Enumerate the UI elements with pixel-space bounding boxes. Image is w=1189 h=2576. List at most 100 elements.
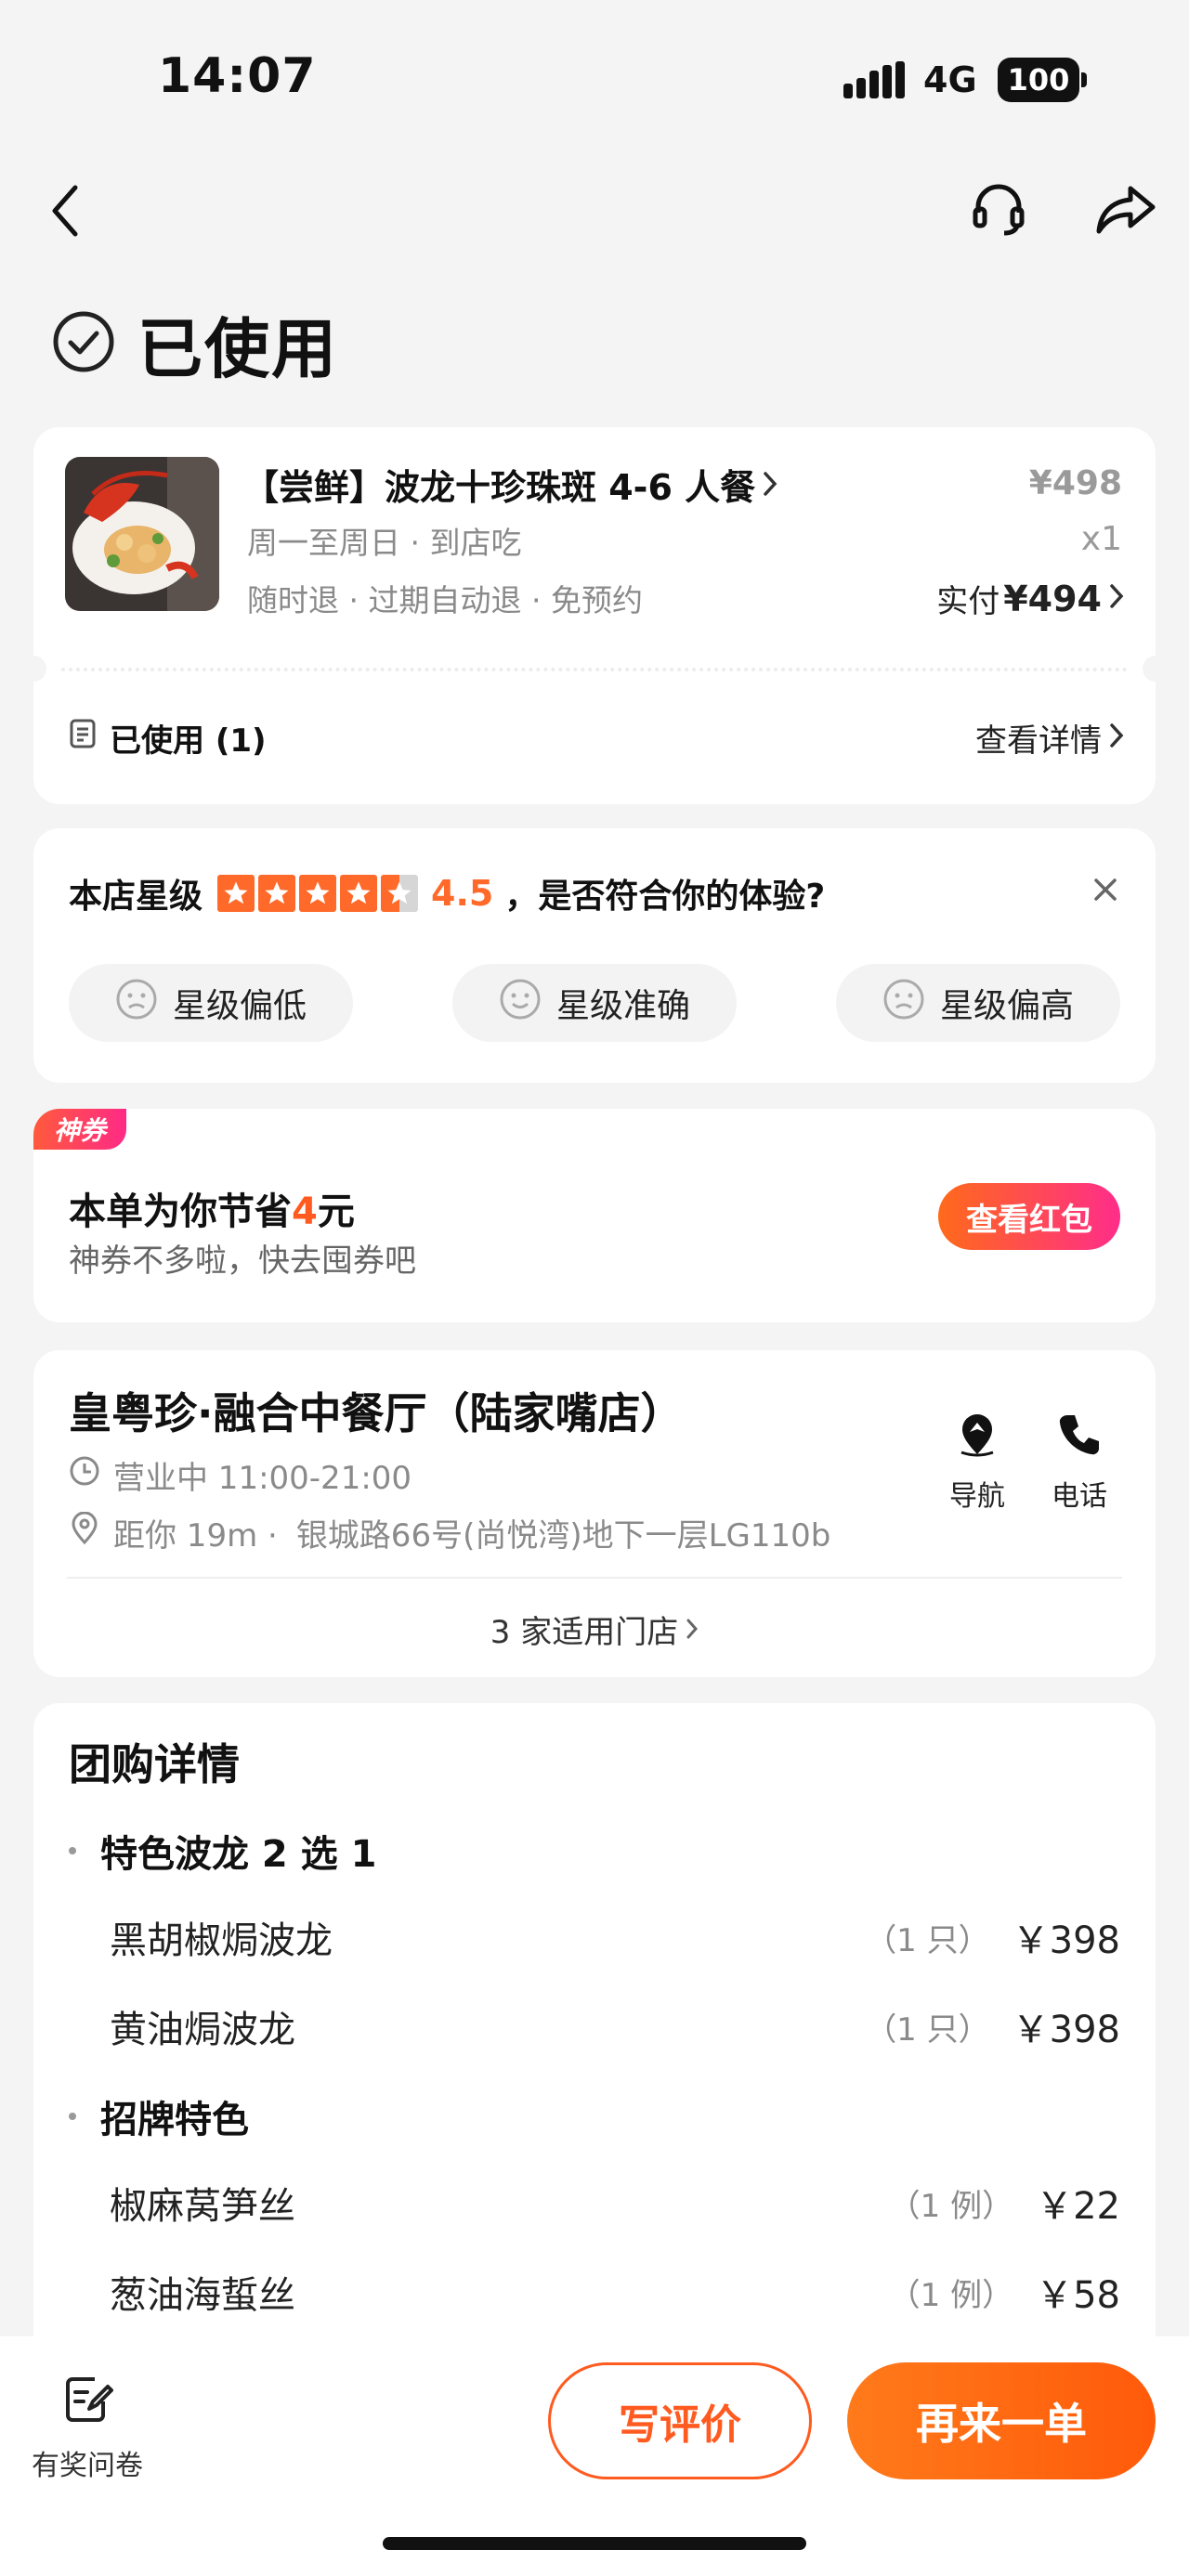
battery-icon: 100 — [998, 58, 1079, 102]
reorder-button[interactable]: 再来一单 — [847, 2362, 1156, 2479]
store-address: 银城路66号(尚悦湾)地下一层LG110b — [295, 1517, 831, 1555]
write-review-button[interactable]: 写评价 — [548, 2362, 812, 2479]
savings-line: 本单为你节省4元 — [69, 1181, 355, 1235]
star-icon — [258, 875, 296, 912]
call-label: 电话 — [1052, 1480, 1107, 1513]
call-button[interactable]: 电话 — [1042, 1412, 1117, 1514]
smile-face-icon — [499, 978, 542, 1029]
sad-face-icon — [882, 978, 925, 1029]
coupon-card: 神券 本单为你节省4元 神券不多啦，快去囤券吧 查看红包 — [33, 1109, 1156, 1322]
order-card[interactable]: 【尝鲜】波龙十珍珠斑 4-6 人餐 周一至周日 · 到店吃 随时退 · 过期自动… — [20, 427, 1169, 804]
applicable-stores-link[interactable]: 3 家适用门店 — [33, 1607, 1156, 1652]
order-title[interactable]: 【尝鲜】波龙十珍珠斑 4-6 人餐 — [243, 459, 777, 510]
used-count-label: 已使用 (1) — [110, 722, 267, 760]
store-location: 距你 19m · 银城路66号(尚悦湾)地下一层LG110b — [69, 1510, 830, 1555]
chevron-right-icon — [763, 464, 777, 505]
star-icon — [217, 875, 255, 912]
rating-accurate-label: 星级准确 — [555, 987, 690, 1025]
item-name: 黄油焗波龙 — [110, 2009, 295, 2051]
list-item: 黄油焗波龙 （1 只） ￥398 — [110, 1998, 1120, 2054]
rating-feedback-card: 本店星级 4.5 ，是否符合你的体验? 星级偏低 星级准确 星级偏高 — [33, 828, 1156, 1083]
item-name: 葱油海蜇丝 — [110, 2274, 295, 2317]
chevron-right-icon — [686, 1611, 699, 1648]
store-hours-text: 营业中 11:00-21:00 — [113, 1460, 412, 1497]
paid-amount: ¥494 — [1003, 578, 1102, 619]
navigate-button[interactable]: 导航 — [940, 1412, 1014, 1514]
page-title: 已使用 — [137, 310, 338, 387]
item-price: ￥22 — [1036, 2185, 1120, 2228]
store-distance: 距你 19m · — [113, 1517, 278, 1555]
survey-icon — [61, 2377, 113, 2433]
rating-low-button[interactable]: 星级偏低 — [69, 964, 353, 1042]
store-name[interactable]: 皇粤珍·融合中餐厅（陆家嘴店） — [69, 1380, 683, 1441]
item-price: ￥398 — [1012, 1919, 1120, 1962]
status-bar: 14:07 4G 100 — [0, 0, 1189, 139]
clock-icon — [69, 1455, 100, 1495]
used-count: 已使用 (1) — [69, 715, 267, 761]
order-quantity: x1 — [1080, 520, 1122, 558]
item-qty: （1 只） — [865, 1921, 990, 1959]
customer-service-icon[interactable] — [966, 176, 1031, 241]
chevron-right-icon — [1109, 720, 1124, 757]
savings-unit: 元 — [317, 1190, 355, 1233]
home-indicator — [383, 2537, 806, 2550]
signal-icon — [843, 61, 905, 98]
rating-line: 本店星级 4.5 ，是否符合你的体验? — [69, 869, 825, 917]
rating-prefix: 本店星级 — [69, 878, 203, 916]
check-circle-icon — [52, 310, 115, 377]
view-red-packet-button[interactable]: 查看红包 — [938, 1183, 1120, 1250]
group-heading: 特色波龙 2 选 1 — [69, 1824, 376, 1878]
sad-face-icon — [115, 978, 158, 1029]
details-title: 团购详情 — [69, 1739, 240, 1789]
item-qty: （1 例） — [888, 2276, 1014, 2314]
item-price: ￥58 — [1036, 2274, 1120, 2317]
star-rating — [217, 875, 422, 912]
rating-accurate-button[interactable]: 星级准确 — [452, 964, 737, 1042]
view-details-link[interactable]: 查看详情 — [975, 715, 1124, 761]
perforation-divider — [20, 656, 1169, 682]
coupon-tag: 神券 — [33, 1109, 126, 1150]
rating-question: ，是否符合你的体验? — [504, 878, 826, 916]
network-label: 4G — [923, 59, 977, 100]
store-hours: 营业中 11:00-21:00 — [69, 1452, 412, 1498]
group-heading: 招牌特色 — [69, 2089, 249, 2143]
rating-high-button[interactable]: 星级偏高 — [836, 964, 1120, 1042]
star-icon — [340, 875, 378, 912]
item-name: 椒麻莴笋丝 — [110, 2185, 295, 2228]
share-icon[interactable] — [1089, 176, 1163, 241]
rating-low-label: 星级偏低 — [172, 987, 307, 1025]
group-name: 特色波龙 2 选 1 — [100, 1833, 377, 1876]
item-price: ￥398 — [1012, 2009, 1120, 2051]
coupon-subtitle: 神券不多啦，快去囤券吧 — [69, 1242, 416, 1280]
status-time: 14:07 — [158, 48, 317, 104]
page-header: 已使用 — [52, 306, 338, 387]
close-icon[interactable] — [1092, 877, 1118, 906]
list-item: 葱油海蜇丝 （1 例） ￥58 — [110, 2264, 1120, 2320]
savings-prefix: 本单为你节省 — [69, 1190, 292, 1233]
phone-icon — [1056, 1415, 1103, 1465]
voucher-icon — [69, 718, 97, 758]
list-item: 黑胡椒焗波龙 （1 只） ￥398 — [110, 1909, 1120, 1965]
rating-score: 4.5 — [431, 873, 494, 914]
location-pin-icon — [69, 1511, 100, 1554]
nav-bar — [0, 167, 1189, 251]
back-icon[interactable] — [37, 178, 93, 243]
store-card: 皇粤珍·融合中餐厅（陆家嘴店） 营业中 11:00-21:00 距你 19m ·… — [33, 1350, 1156, 1677]
item-qty: （1 例） — [888, 2187, 1014, 2225]
rating-high-label: 星级偏高 — [939, 987, 1074, 1025]
divider — [67, 1577, 1122, 1579]
chevron-right-icon — [1109, 580, 1124, 618]
survey-button[interactable]: 有奖问卷 — [32, 2374, 143, 2483]
survey-label: 有奖问卷 — [32, 2450, 143, 2482]
applicable-stores-label: 3 家适用门店 — [490, 1614, 679, 1651]
paid-amount-link[interactable]: 实付 ¥494 — [936, 576, 1124, 621]
order-title-text: 【尝鲜】波龙十珍珠斑 4-6 人餐 — [243, 467, 756, 508]
dish-image — [65, 457, 219, 611]
star-icon — [299, 875, 337, 912]
paid-label: 实付 — [936, 583, 1000, 620]
savings-amount: 4 — [292, 1190, 318, 1233]
battery-tip — [1081, 72, 1087, 87]
navigate-label: 导航 — [949, 1480, 1005, 1513]
navigation-icon — [954, 1414, 1000, 1465]
order-schedule: 周一至周日 · 到店吃 — [247, 525, 522, 561]
